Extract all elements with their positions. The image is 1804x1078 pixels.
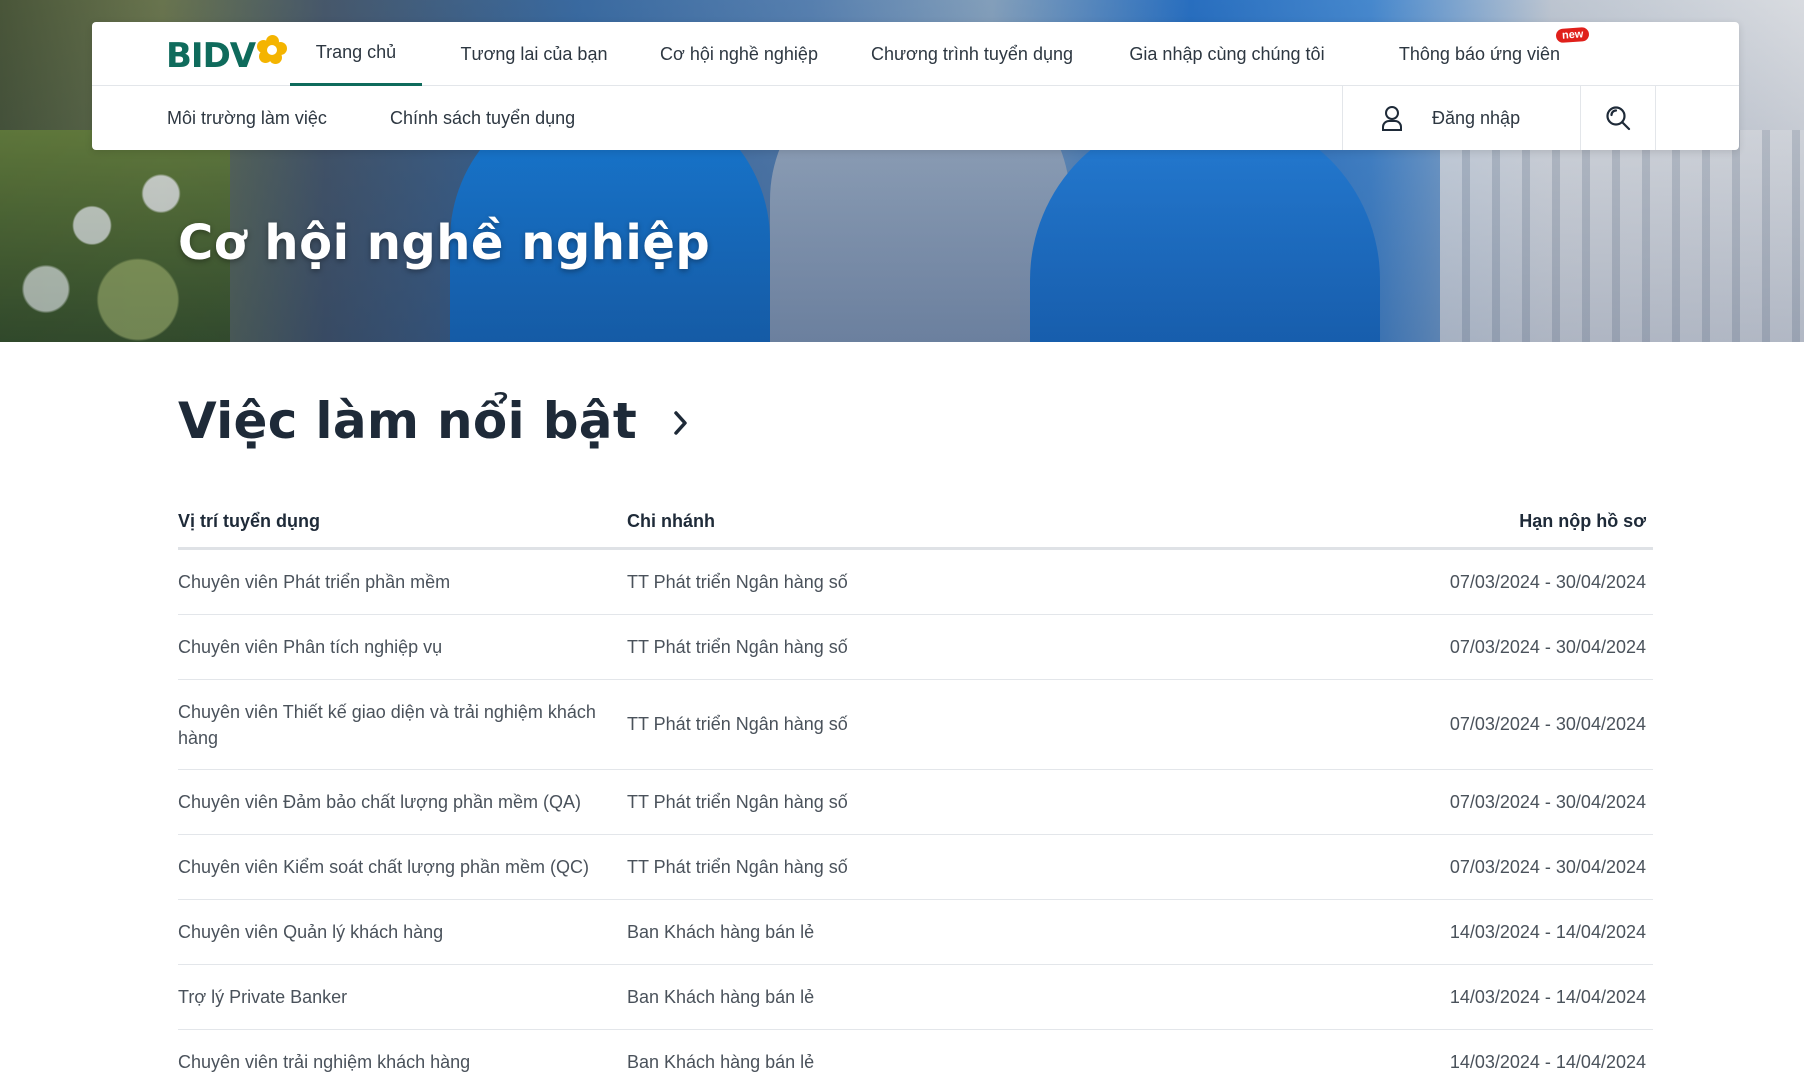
job-position[interactable]: Chuyên viên Phát triển phần mềm xyxy=(178,569,627,595)
nav-item-candidate-notices[interactable]: Thông báo ứng viên new xyxy=(1392,22,1590,86)
column-header-position: Vị trí tuyển dụng xyxy=(178,511,320,531)
job-branch: TT Phát triển Ngân hàng số xyxy=(627,791,848,812)
table-row[interactable]: Chuyên viên Kiểm soát chất lượng phần mề… xyxy=(178,835,1653,900)
table-row[interactable]: Trợ lý Private Banker Ban Khách hàng bán… xyxy=(178,965,1653,1030)
job-deadline: 14/03/2024 - 14/04/2024 xyxy=(1449,921,1646,942)
nav-item-label: Tương lai của bạn xyxy=(460,43,608,64)
search-button[interactable] xyxy=(1580,86,1656,150)
job-branch: TT Phát triển Ngân hàng số xyxy=(627,714,848,734)
nav-item-label: Chính sách tuyển dụng xyxy=(390,107,576,128)
job-position[interactable]: Chuyên viên Đảm bảo chất lượng phần mềm … xyxy=(178,789,627,815)
jobs-table: Vị trí tuyển dụng Chi nhánh Hạn nộp hồ s… xyxy=(178,495,1653,1078)
column-header-branch: Chi nhánh xyxy=(627,510,715,531)
table-row[interactable]: Chuyên viên Thiết kế giao diện và trải n… xyxy=(178,680,1653,770)
job-position[interactable]: Chuyên viên trải nghiệm khách hàng xyxy=(178,1049,627,1075)
chevron-right-icon xyxy=(673,409,689,442)
nav-item-label: Chương trình tuyển dụng xyxy=(871,43,1073,64)
table-row[interactable]: Chuyên viên Phát triển phần mềm TT Phát … xyxy=(178,550,1653,615)
bidv-logo[interactable]: BIDV xyxy=(166,35,288,76)
top-navigation: BIDV Trang chủ Tương lai của bạn Cơ hội … xyxy=(92,22,1739,150)
logo-text: BIDV xyxy=(166,36,256,76)
job-deadline: 14/03/2024 - 14/04/2024 xyxy=(1449,1051,1646,1072)
job-branch: TT Phát triển Ngân hàng số xyxy=(627,856,848,877)
column-header-deadline: Hạn nộp hồ sơ xyxy=(1519,510,1646,531)
job-branch: Ban Khách hàng bán lẻ xyxy=(627,921,815,942)
nav-item-label: Gia nhập cùng chúng tôi xyxy=(1129,43,1325,64)
user-icon xyxy=(1381,105,1403,131)
table-row[interactable]: Chuyên viên Quản lý khách hàng Ban Khách… xyxy=(178,900,1653,965)
login-label: Đăng nhập xyxy=(1432,107,1521,128)
logo-flower-icon xyxy=(257,35,288,65)
nav-item-recruitment-policy[interactable]: Chính sách tuyển dụng xyxy=(390,86,575,150)
job-deadline: 14/03/2024 - 14/04/2024 xyxy=(1449,986,1646,1007)
search-icon xyxy=(1605,105,1631,131)
nav-item-career-opportunities[interactable]: Cơ hội nghề nghiệp xyxy=(654,22,824,86)
table-row[interactable]: Chuyên viên Đảm bảo chất lượng phần mềm … xyxy=(178,770,1653,835)
nav-item-label: Thông báo ứng viên xyxy=(1398,43,1561,64)
job-position[interactable]: Chuyên viên Quản lý khách hàng xyxy=(178,919,627,945)
job-deadline: 07/03/2024 - 30/04/2024 xyxy=(1449,571,1646,592)
job-position[interactable]: Trợ lý Private Banker xyxy=(178,984,627,1010)
job-branch: Ban Khách hàng bán lẻ xyxy=(627,1051,815,1072)
secondary-nav: Môi trường làm việc Chính sách tuyển dụn… xyxy=(92,86,1739,150)
nav-item-recruitment-programs[interactable]: Chương trình tuyển dụng xyxy=(867,22,1077,86)
primary-nav: BIDV Trang chủ Tương lai của bạn Cơ hội … xyxy=(92,22,1739,86)
hero-title: Cơ hội nghề nghiệp xyxy=(178,215,711,271)
job-position[interactable]: Chuyên viên Kiểm soát chất lượng phần mề… xyxy=(178,854,627,880)
new-badge: new xyxy=(1555,26,1590,44)
job-position[interactable]: Chuyên viên Phân tích nghiệp vụ xyxy=(178,634,627,660)
featured-jobs-heading-link[interactable]: Việc làm nổi bật xyxy=(178,392,689,450)
nav-item-home[interactable]: Trang chủ xyxy=(290,22,422,86)
login-button[interactable]: Đăng nhập xyxy=(1342,86,1580,150)
nav-item-label: Trang chủ xyxy=(315,42,397,62)
nav-item-your-future[interactable]: Tương lai của bạn xyxy=(454,22,614,86)
job-deadline: 07/03/2024 - 30/04/2024 xyxy=(1449,714,1646,734)
job-branch: TT Phát triển Ngân hàng số xyxy=(627,636,848,657)
job-deadline: 07/03/2024 - 30/04/2024 xyxy=(1449,791,1646,812)
job-branch: Ban Khách hàng bán lẻ xyxy=(627,986,815,1007)
featured-jobs-title: Việc làm nổi bật xyxy=(178,392,638,450)
table-header: Vị trí tuyển dụng Chi nhánh Hạn nộp hồ s… xyxy=(178,495,1653,550)
job-deadline: 07/03/2024 - 30/04/2024 xyxy=(1449,856,1646,877)
job-position[interactable]: Chuyên viên Thiết kế giao diện và trải n… xyxy=(178,699,627,751)
nav-item-label: Môi trường làm việc xyxy=(167,107,327,128)
table-row[interactable]: Chuyên viên trải nghiệm khách hàng Ban K… xyxy=(178,1030,1653,1078)
nav-item-work-environment[interactable]: Môi trường làm việc xyxy=(167,86,327,150)
job-branch: TT Phát triển Ngân hàng số xyxy=(627,571,848,592)
nav-item-label: Cơ hội nghề nghiệp xyxy=(660,43,818,64)
table-row[interactable]: Chuyên viên Phân tích nghiệp vụ TT Phát … xyxy=(178,615,1653,680)
nav-item-join-us[interactable]: Gia nhập cùng chúng tôi xyxy=(1122,22,1332,86)
job-deadline: 07/03/2024 - 30/04/2024 xyxy=(1449,636,1646,657)
